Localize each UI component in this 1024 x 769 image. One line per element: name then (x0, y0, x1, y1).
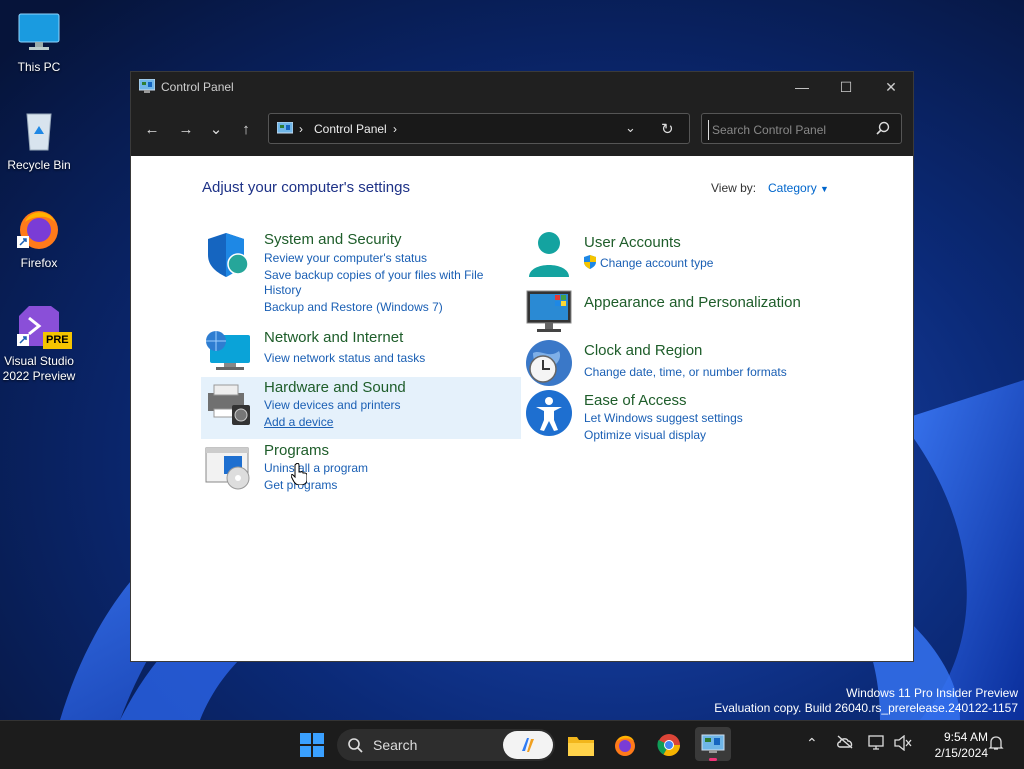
volume-muted-icon[interactable] (894, 734, 912, 754)
recycle-bin-icon (15, 106, 63, 154)
category-title[interactable]: Clock and Region (584, 342, 702, 359)
navigation-bar: ← → ⌄ ↑ › Control Panel › ⌄ ↻ (131, 102, 913, 156)
search-box[interactable] (701, 113, 902, 144)
clock-time: 9:54 AM (943, 730, 988, 744)
back-button[interactable]: ← (139, 116, 165, 142)
link-add-device[interactable]: Add a device (264, 415, 333, 430)
user-icon (529, 232, 569, 277)
search-icon[interactable] (876, 121, 890, 140)
control-panel-icon[interactable] (695, 727, 731, 761)
desktop-icon-label: Firefox (20, 256, 58, 270)
view-by-value: Category (768, 181, 817, 195)
network-icon (206, 331, 250, 370)
category-title[interactable]: Hardware and Sound (264, 379, 406, 396)
desktop-icon-recycle-bin[interactable]: Recycle Bin (1, 106, 77, 173)
desktop-icon-this-pc[interactable]: This PC (1, 8, 77, 75)
category-title[interactable]: Programs (264, 442, 329, 459)
link-network-status[interactable]: View network status and tasks (264, 351, 425, 366)
link-optimize-display[interactable]: Optimize visual display (584, 428, 706, 443)
evaluation-watermark: Windows 11 Pro Insider Preview Evaluatio… (714, 686, 1018, 716)
watermark-build: Evaluation copy. Build 26040.rs_prerelea… (714, 701, 1018, 715)
watermark-edition: Windows 11 Pro Insider Preview (846, 686, 1018, 700)
taskbar: Search ⌃ 9:54 AM 2/15/2024 (0, 720, 1024, 769)
category-title[interactable]: Appearance and Personalization (584, 294, 801, 311)
breadcrumb-chevron[interactable]: › (393, 122, 397, 136)
view-by-dropdown[interactable]: Category ▼ (768, 181, 829, 195)
desktop-icon-label: Recycle Bin (7, 158, 71, 172)
link-save-backup-cont[interactable]: History (264, 283, 301, 298)
link-devices-printers[interactable]: View devices and printers (264, 398, 401, 413)
visual-studio-icon: PRE (15, 302, 72, 350)
view-by-label: View by: (711, 181, 757, 195)
start-icon (300, 733, 324, 757)
refresh-icon[interactable]: ↻ (661, 120, 674, 138)
title-bar[interactable]: Control Panel — ☐ ✕ (131, 72, 913, 102)
file-explorer-icon[interactable] (565, 729, 597, 761)
firefox-icon (15, 204, 63, 252)
address-bar[interactable]: › Control Panel › ⌄ ↻ (268, 113, 690, 144)
link-date-time-formats[interactable]: Change date, time, or number formats (584, 365, 787, 380)
taskbar-search-label: Search (373, 737, 418, 753)
appearance-icon (526, 290, 572, 332)
notification-bell-icon[interactable] (988, 735, 1004, 754)
desktop-icon-label: Visual Studio 2022 Preview (2, 354, 76, 383)
chrome-icon[interactable] (653, 729, 685, 761)
minimize-button[interactable]: — (779, 72, 825, 102)
uac-shield-icon (583, 255, 597, 274)
window-title: Control Panel (161, 80, 234, 94)
printer-icon (208, 384, 250, 425)
category-title[interactable]: Network and Internet (264, 329, 403, 346)
link-backup-restore[interactable]: Backup and Restore (Windows 7) (264, 300, 443, 315)
shield-icon (208, 233, 249, 277)
desktop-icon-label: This PC (17, 60, 61, 74)
accessibility-icon (526, 390, 572, 436)
clock-date: 2/15/2024 (934, 746, 988, 760)
page-title: Adjust your computer's settings (202, 179, 410, 196)
network-icon[interactable] (868, 735, 886, 754)
control-panel-icon (138, 78, 156, 96)
start-button[interactable] (296, 729, 328, 761)
link-change-account-type[interactable]: Change account type (600, 256, 713, 271)
category-title[interactable]: Ease of Access (584, 392, 687, 409)
clock-icon (526, 340, 572, 386)
firefox-icon[interactable] (609, 729, 641, 761)
maximize-button[interactable]: ☐ (823, 72, 869, 102)
desktop-icon-firefox[interactable]: Firefox (1, 204, 77, 271)
system-clock[interactable]: 9:54 AM 2/15/2024 (918, 729, 988, 761)
control-panel-icon (276, 121, 294, 139)
monitor-icon (15, 8, 63, 56)
category-title[interactable]: System and Security (264, 231, 402, 248)
breadcrumb-separator: › (299, 122, 303, 136)
recent-locations-button[interactable]: ⌄ (203, 116, 229, 142)
programs-icon (205, 447, 250, 490)
link-uninstall-program[interactable]: Uninstall a program (264, 461, 368, 476)
desktop-icon-visual-studio[interactable]: PRE Visual Studio 2022 Preview (1, 302, 77, 384)
breadcrumb-control-panel[interactable]: Control Panel (314, 122, 387, 136)
link-review-status[interactable]: Review your computer's status (264, 251, 427, 266)
preview-badge: PRE (43, 332, 72, 349)
link-suggest-settings[interactable]: Let Windows suggest settings (584, 411, 743, 426)
category-title[interactable]: User Accounts (584, 234, 681, 251)
hand-cursor-icon (291, 463, 307, 485)
onedrive-icon[interactable] (836, 735, 854, 752)
chevron-up-icon[interactable]: ⌃ (806, 735, 818, 752)
control-panel-window: Control Panel — ☐ ✕ ← → ⌄ ↑ › Control Pa… (130, 71, 914, 662)
copilot-icon[interactable] (503, 731, 553, 759)
search-input[interactable] (708, 120, 874, 140)
active-indicator (709, 758, 717, 761)
caret-down-icon: ▼ (820, 184, 829, 194)
forward-button[interactable]: → (173, 116, 199, 142)
search-icon (347, 737, 363, 756)
link-save-backup[interactable]: Save backup copies of your files with Fi… (264, 268, 483, 283)
chevron-down-icon[interactable]: ⌄ (625, 120, 636, 136)
close-button[interactable]: ✕ (868, 72, 914, 102)
control-panel-content: Adjust your computer's settings View by:… (131, 156, 913, 661)
up-button[interactable]: ↑ (233, 116, 259, 142)
taskbar-search[interactable]: Search (337, 729, 555, 761)
